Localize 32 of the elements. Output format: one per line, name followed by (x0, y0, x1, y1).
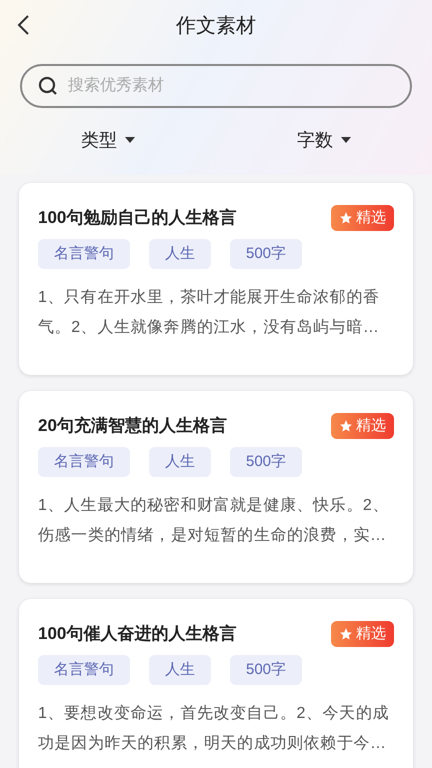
caret-icon (125, 137, 135, 143)
filter-dropdown[interactable]: 类型 (81, 126, 135, 154)
tag: 人生 (149, 655, 211, 685)
card-title: 100句催人奋进的人生格言 (38, 623, 236, 646)
excerpt-text: 1、要想改变命运，首先改变自己。2、今天的成功是因为昨天的积累，明天的成功则依赖于今… (38, 704, 390, 754)
tag: 名言警句 (38, 655, 130, 685)
search-icon (38, 76, 58, 96)
tag: 名言警句 (38, 447, 130, 477)
back-icon[interactable] (16, 14, 30, 36)
featured-badge: 精选 (331, 205, 394, 231)
excerpt-text: 1、人生最大的秘密和财富就是健康、快乐。2、伤感一类的情绪，是对短暂的生命的浪费，实… (38, 496, 390, 546)
excerpt-text: 1、只有在开水里，茶叶才能展开生命浓郁的香气。2、人生就像奔腾的江水，没有岛屿与暗… (38, 288, 380, 338)
tag: 人生 (149, 239, 211, 269)
search-field[interactable]: 搜索优秀素材 (20, 64, 412, 108)
card-title: 100句勉励自己的人生格言 (38, 207, 236, 230)
tag: 500字 (230, 447, 302, 477)
tag: 500字 (230, 655, 302, 685)
tag: 人生 (149, 447, 211, 477)
featured-badge: 精选 (331, 413, 394, 439)
article-card[interactable]: 20句充满智慧的人生格言 精选 名言警句 人生 500字 1、人生最大的秘密和财富就是健康、快乐。2、伤感一类的情绪，是对短暂的生命的浪费，实… (19, 391, 413, 583)
star-icon (339, 211, 353, 225)
star-icon (339, 419, 353, 433)
featured-badge: 精选 (331, 621, 394, 647)
tag: 名言警句 (38, 239, 130, 269)
star-icon (339, 627, 353, 641)
page-title: 作文素材 (176, 14, 256, 39)
caret-icon (341, 137, 351, 143)
tag: 500字 (230, 239, 302, 269)
card-title: 20句充满智慧的人生格言 (38, 415, 227, 438)
article-card[interactable]: 100句勉励自己的人生格言 精选 名言警句 人生 500字 1、只有在开水里，茶叶才能展开生命浓郁的香气。2、人生就像奔腾的江水，没有岛屿与暗… (19, 183, 413, 375)
article-card[interactable]: 100句催人奋进的人生格言 精选 名言警句 人生 500字 1、要想改变命运，首先改变自己。2、今天的成功是因为昨天的积累，明天的成功则依赖于今… (19, 599, 413, 768)
filter-dropdown[interactable]: 字数 (297, 126, 351, 154)
